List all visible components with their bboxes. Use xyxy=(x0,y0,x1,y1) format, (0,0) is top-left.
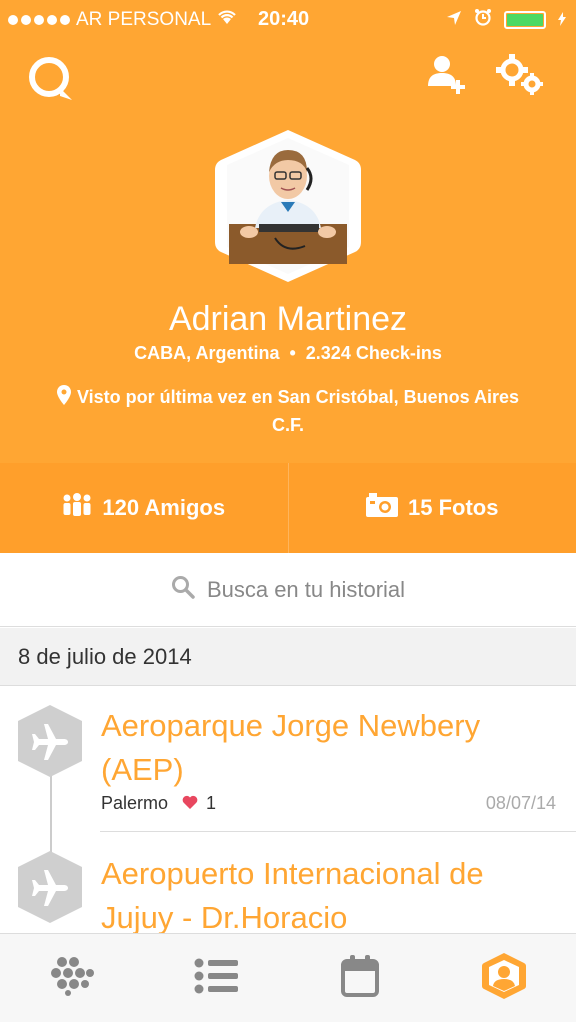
explore-icon xyxy=(50,956,94,1001)
checkins-count[interactable]: 2.324 Check-ins xyxy=(306,343,442,363)
charging-icon xyxy=(558,9,566,32)
add-friend-icon[interactable] xyxy=(428,54,468,101)
history-item-meta: Palermo 1 xyxy=(101,793,216,814)
camera-icon xyxy=(366,493,399,523)
last-seen: Visto por última vez en San Cristóbal, B… xyxy=(40,384,536,438)
search-icon xyxy=(171,575,195,605)
profile-meta: CABA, Argentina • 2.324 Check-ins xyxy=(0,343,576,364)
tab-calendar[interactable] xyxy=(288,934,432,1022)
tab-explore[interactable] xyxy=(0,934,144,1022)
profile-location: CABA, Argentina xyxy=(134,343,280,363)
airplane-icon xyxy=(16,704,84,783)
history-item[interactable]: Aeroparque Jorge Newbery (AEP) Palermo 1… xyxy=(0,686,576,832)
profile-name: Adrian Martinez xyxy=(168,300,408,338)
signal-dots xyxy=(8,14,70,25)
heart-icon xyxy=(182,793,198,814)
status-bar: AR PERSONAL 20:40 xyxy=(0,0,576,38)
history-date-header: 8 de julio de 2014 xyxy=(0,628,576,686)
history-item-title: Aeropuerto Internacional de Jujuy - Dr.H… xyxy=(101,856,484,933)
tab-bar xyxy=(0,933,576,1022)
gear-icon[interactable] xyxy=(496,54,546,101)
date-header-text: 8 de julio de 2014 xyxy=(18,643,192,669)
history-search-input[interactable]: Busca en tu historial xyxy=(0,553,576,627)
map-pin-icon xyxy=(56,385,71,412)
carrier-name: AR PERSONAL xyxy=(76,8,212,30)
tab-profile[interactable] xyxy=(432,934,576,1022)
history-item-neighborhood: Palermo xyxy=(101,793,169,813)
meta-separator: • xyxy=(289,343,296,363)
search-placeholder: Busca en tu historial xyxy=(206,576,406,602)
history-item-title: Aeroparque Jorge Newbery (AEP) xyxy=(101,708,481,787)
battery-icon xyxy=(504,11,546,29)
history-item[interactable]: Aeropuerto Internacional de Jujuy - Dr.H… xyxy=(0,832,576,933)
profile-icon xyxy=(482,952,526,1005)
history-item-likes: 1 xyxy=(206,793,217,813)
friends-count: 120 Amigos xyxy=(102,495,226,520)
search-bubble-icon[interactable] xyxy=(26,54,76,109)
friends-icon xyxy=(62,493,92,523)
list-icon xyxy=(194,958,238,999)
location-arrow-icon xyxy=(446,9,462,32)
airplane-icon xyxy=(16,850,84,929)
history-item-date: 08/07/14 xyxy=(485,793,556,813)
calendar-icon xyxy=(341,954,379,1002)
photos-count: 15 Fotos xyxy=(408,495,499,520)
avatar[interactable] xyxy=(215,128,361,284)
tab-list[interactable] xyxy=(144,934,288,1022)
clock: 20:40 xyxy=(258,8,310,30)
wifi-icon xyxy=(217,8,237,31)
stats-bar: 120 Amigos 15 Fotos xyxy=(0,463,576,553)
last-seen-text: Visto por última vez en San Cristóbal, B… xyxy=(76,387,520,435)
friends-button[interactable]: 120 Amigos xyxy=(0,463,288,553)
photos-button[interactable]: 15 Fotos xyxy=(287,463,576,553)
alarm-icon xyxy=(474,8,492,32)
profile-header: AR PERSONAL 20:40 Adrian Martinez CABA, … xyxy=(0,0,576,463)
